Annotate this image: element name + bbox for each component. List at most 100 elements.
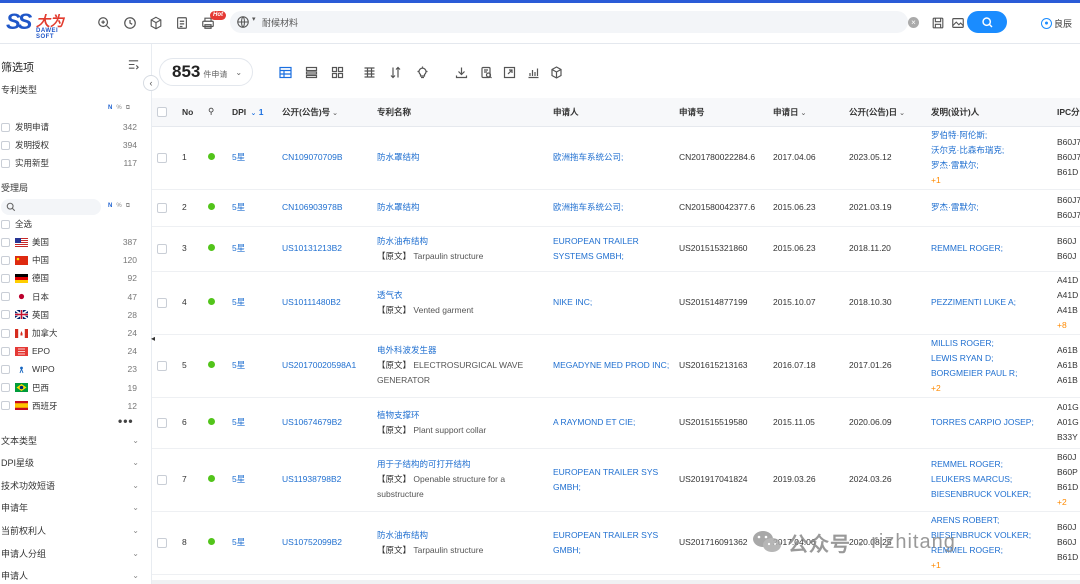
office-filter-item[interactable]: EPO 24 [1,343,137,359]
office-search-input[interactable] [19,200,97,214]
applicant-link[interactable]: EUROPEAN TRAILER SYS GMBH; [549,448,675,512]
lightbulb-icon[interactable] [416,66,429,79]
translate-icon[interactable] [96,15,112,31]
col-pub-date[interactable]: 公开(公告)日 ⌄ [845,98,927,127]
expand-icon[interactable] [503,66,516,79]
filter-group[interactable]: 技术功效短语 ⌄ [1,477,139,493]
inventor-link[interactable]: REMMEL ROGER; [931,457,1049,472]
ipc-code[interactable]: A41D [1057,288,1080,303]
checkbox[interactable] [157,537,167,548]
checkbox[interactable] [1,364,10,374]
ipc-code[interactable]: B60J [1057,249,1080,264]
ipc-code[interactable]: A01G [1057,415,1080,430]
ipc-code[interactable]: B60J7 [1057,193,1080,208]
patent-title-link[interactable]: 用于子结构的可打开结构 [377,457,545,472]
checkbox[interactable] [157,417,167,428]
select-all-item[interactable]: 全选 [1,216,137,232]
ipc-code[interactable]: A01G [1057,400,1080,415]
dpi-rating[interactable]: 5星 [228,226,278,272]
dpi-rating[interactable]: 5星 [228,189,278,227]
pub-number-link[interactable]: US10674679B2 [278,397,373,449]
percent-mode-toggle[interactable]: % [116,105,121,112]
document-icon[interactable] [174,15,190,31]
checkbox[interactable] [1,310,10,320]
more-inventors[interactable]: +1 [931,173,1049,188]
table-row[interactable]: 5 5星 US20170020598A1 电外科波发生器 【原文】 ELECTROSUR… [152,334,1080,398]
ipc-code[interactable]: A61B [1057,343,1080,358]
filter-group[interactable]: 申请年 ⌄ [1,500,139,516]
ipc-code[interactable]: A61B [1057,358,1080,373]
pin-icon[interactable]: ⚲ [204,98,228,127]
checkbox[interactable] [1,158,10,168]
image-search-icon[interactable] [950,15,966,31]
filter-item[interactable]: 发明申请 342 [1,119,137,135]
office-filter-item[interactable]: 英国 28 [1,307,137,323]
more-inventors[interactable]: +2 [931,381,1049,396]
applicant-link[interactable]: 欧洲拖车系统公司; [549,189,675,227]
logo[interactable]: SS 大为 DAWEI SOFT [6,9,78,40]
patent-title-link[interactable]: 防水罩结构 [377,200,545,215]
ipc-code[interactable]: B33Y [1057,430,1080,445]
dpi-rating[interactable]: 5星 [228,126,278,190]
ipc-code[interactable]: B61D [1057,550,1080,565]
more-ipc[interactable]: +8 [1057,318,1080,333]
dpi-rating[interactable]: 5星 [228,511,278,575]
filter-item[interactable]: 实用新型 117 [1,155,137,171]
applicant-link[interactable]: EUROPEAN TRAILER SYS GMBH; [549,511,675,575]
result-count-dropdown[interactable]: 853 件申请 ⌄ [159,58,253,86]
checkbox[interactable] [1,122,10,132]
dropdown-caret-icon[interactable]: ▾ [252,15,256,23]
table-row[interactable]: 7 5星 US11938798B2 用于子结构的可打开结构 【原文】 Openable … [152,448,1080,512]
user-menu[interactable]: ● 良辰 [1041,17,1072,30]
col-dpi[interactable]: DPI ⌄ 1 [228,98,278,127]
ipc-code[interactable]: B60J [1057,520,1080,535]
copy-icon[interactable]: ⧉ [126,203,130,210]
checkbox[interactable] [1,140,10,150]
inventor-link[interactable]: BORGMEIER PAUL R; [931,366,1049,381]
dpi-rating[interactable]: 5星 [228,397,278,449]
ipc-code[interactable]: B60J7 [1057,208,1080,223]
ipc-code[interactable]: B60J7 [1057,135,1080,150]
dpi-rating[interactable]: 5星 [228,334,278,398]
table-row[interactable]: 1 5星 CN109070709B 防水罩结构 欧洲拖车系统公司; CN201780022… [152,126,1080,190]
percent-mode-toggle[interactable]: % [116,203,121,210]
office-filter-item[interactable]: 日本 47 [1,289,137,305]
ipc-code[interactable]: B60J [1057,535,1080,550]
inventor-link[interactable]: PEZZIMENTI LUKE A; [931,295,1049,310]
globe-icon[interactable] [236,15,250,29]
inventor-link[interactable]: 罗杰·雷默尔; [931,200,1049,215]
cube-icon[interactable] [148,15,164,31]
filter-group[interactable]: DPI星级 ⌄ [1,455,139,471]
search-input[interactable] [262,14,862,30]
applicant-link[interactable]: A RAYMOND ET CIE; [549,397,675,449]
count-mode-toggle[interactable]: N [108,203,112,210]
applicant-link[interactable]: NIKE INC; [549,271,675,335]
ipc-code[interactable]: B61D [1057,480,1080,495]
inventor-link[interactable]: LEUKERS MARCUS; [931,472,1049,487]
inventor-link[interactable]: 沃尔克·比森布瑞克; [931,143,1049,158]
inventor-link[interactable]: BIESENBRUCK VOLKER; [931,487,1049,502]
list-view-icon[interactable] [305,66,318,79]
table-row[interactable]: 2 5星 CN106903978B 防水罩结构 欧洲拖车系统公司; CN201580042… [152,189,1080,227]
select-all-rows[interactable] [152,98,178,127]
count-mode-toggle[interactable]: N [108,105,112,112]
col-app-date[interactable]: 申请日 ⌄ [769,98,845,127]
table-view-icon[interactable] [279,66,292,79]
checkbox[interactable] [157,107,167,118]
clear-search-icon[interactable]: × [908,17,919,28]
patent-title-link[interactable]: 透气衣 [377,288,545,303]
horizontal-scrollbar[interactable] [152,580,1080,584]
checkbox[interactable] [157,202,167,213]
checkbox[interactable] [157,152,167,163]
patent-title-link[interactable]: 防水罩结构 [377,150,545,165]
inventor-link[interactable]: 罗杰·雷默尔; [931,158,1049,173]
checkbox[interactable] [1,237,10,247]
pub-number-link[interactable]: US10131213B2 [278,226,373,272]
checkbox[interactable] [1,383,10,393]
report-icon[interactable] [480,66,493,79]
sort-icon[interactable] [389,66,402,79]
table-row[interactable]: 3 5星 US10131213B2 防水油布结构 【原文】 Tarpaulin stru… [152,226,1080,272]
table-row[interactable]: 4 5星 US10111480B2 透气衣 【原文】 Vented garment NIK… [152,271,1080,335]
office-filter-item[interactable]: 德国 92 [1,270,137,286]
filter-group[interactable]: 当前权利人 ⌄ [1,522,139,538]
